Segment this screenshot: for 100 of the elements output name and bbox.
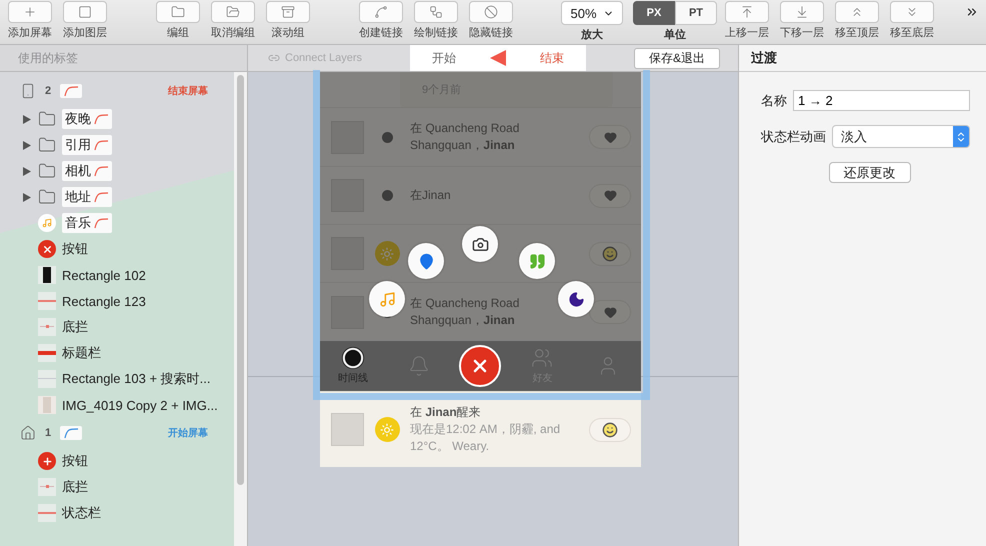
layer-item[interactable]: 状态栏 bbox=[0, 500, 234, 526]
layer-item[interactable]: 按钮 bbox=[0, 236, 234, 262]
arrow-down-line-icon bbox=[795, 5, 809, 19]
screen-row[interactable]: 2 结束屏幕 bbox=[0, 76, 234, 106]
up-down-chevron-icon bbox=[955, 130, 967, 142]
sun-icon bbox=[374, 241, 400, 266]
ease-curve-icon bbox=[63, 427, 80, 439]
triangle-right-icon[interactable] bbox=[23, 166, 31, 176]
layer-name: Rectangle 123 bbox=[62, 294, 146, 308]
triangle-right-icon[interactable] bbox=[23, 140, 31, 150]
folder-icon bbox=[38, 188, 56, 206]
layer-item[interactable]: 底拦 bbox=[0, 314, 234, 340]
feed-text: Shangquan，Jinan bbox=[410, 137, 516, 154]
line-thumbnail-icon bbox=[38, 370, 56, 388]
folder-icon bbox=[38, 136, 56, 154]
layer-name: Rectangle 102 bbox=[62, 268, 146, 282]
sun-icon bbox=[374, 417, 400, 442]
name-field[interactable]: 1 → 2 bbox=[793, 90, 970, 111]
scrollbar-thumb[interactable] bbox=[237, 75, 244, 485]
layer-item[interactable]: Rectangle 103 + 搜索时... bbox=[0, 366, 234, 392]
layer-item[interactable]: 按钮 bbox=[0, 448, 234, 474]
dots-thumbnail-icon bbox=[38, 318, 56, 336]
screen-icon bbox=[20, 83, 36, 99]
layer-item[interactable]: 相机 bbox=[0, 158, 234, 184]
layer-name: 地址 bbox=[62, 187, 112, 207]
layer-name: 按钮 bbox=[62, 240, 88, 258]
feed-text: 现在是12:02 AM，阴霾, and bbox=[410, 421, 560, 438]
feed-text: 在 Quancheng Road bbox=[410, 295, 520, 312]
home-screen-icon bbox=[20, 425, 36, 441]
layer-name: 按钮 bbox=[62, 452, 88, 470]
bell-icon bbox=[408, 355, 430, 377]
people-icon bbox=[531, 347, 554, 369]
reaction-button[interactable] bbox=[589, 300, 631, 324]
dots-thumbnail-icon bbox=[38, 478, 56, 496]
image-thumbnail-icon bbox=[38, 396, 56, 414]
layer-item[interactable]: Rectangle 102 bbox=[0, 262, 234, 288]
ease-curve-icon bbox=[93, 165, 109, 177]
ease-curve-icon bbox=[93, 113, 109, 125]
layer-item[interactable]: Rectangle 123 bbox=[0, 288, 234, 314]
arrow-up-line-icon bbox=[740, 5, 754, 19]
screen-row[interactable]: 1 开始屏幕 bbox=[0, 418, 234, 448]
folder-icon bbox=[171, 5, 185, 19]
layer-item[interactable]: IMG_4019 Copy 2 + IMG... bbox=[0, 392, 234, 418]
layer-item[interactable]: 夜晚 bbox=[0, 106, 234, 132]
save-exit-button[interactable]: 保存&退出 bbox=[634, 48, 720, 68]
plus-circle-icon bbox=[38, 452, 56, 470]
flow-tab[interactable]: 结束 bbox=[540, 50, 564, 66]
quote-icon bbox=[528, 252, 546, 270]
timeline-dot bbox=[382, 190, 392, 201]
screen-number: 1 bbox=[45, 427, 52, 439]
close-button[interactable] bbox=[459, 345, 502, 387]
folder-icon bbox=[38, 162, 56, 180]
layer-item[interactable]: 地址 bbox=[0, 184, 234, 210]
unit-label: 单位 bbox=[664, 28, 686, 42]
layer-name: 音乐 bbox=[62, 213, 112, 233]
feed-text: 在 Jinan醒来 bbox=[410, 404, 482, 421]
feed-text: 在Jinan bbox=[410, 187, 451, 204]
reaction-button[interactable] bbox=[589, 418, 631, 442]
layer-name: 标题栏 bbox=[62, 344, 101, 362]
screen-role: 开始屏幕 bbox=[168, 426, 208, 440]
smiley-icon bbox=[602, 246, 618, 262]
animation-select[interactable]: 淡入 bbox=[832, 125, 970, 148]
moon-icon bbox=[568, 290, 584, 308]
screen-role: 结束屏幕 bbox=[168, 84, 208, 98]
unit-toggle[interactable]: PT bbox=[675, 1, 717, 25]
zoom-select[interactable]: 50% bbox=[561, 1, 623, 25]
ease-curve-icon bbox=[93, 191, 109, 203]
layer-name: 底拦 bbox=[62, 478, 88, 496]
clock-icon bbox=[342, 347, 364, 369]
triangle-right-icon[interactable] bbox=[23, 114, 31, 124]
zoom-label: 放大 bbox=[581, 28, 603, 42]
ease-curve-icon bbox=[93, 217, 109, 229]
archive-icon bbox=[281, 5, 295, 19]
rectangle-thumbnail-icon bbox=[38, 266, 56, 284]
feed-text: 在 Quancheng Road bbox=[410, 120, 520, 137]
field-label: 状态栏动画 bbox=[761, 128, 826, 146]
unit-toggle[interactable]: PX bbox=[633, 1, 675, 25]
panel-heading: 使用的标签 bbox=[18, 50, 78, 66]
link-icon bbox=[268, 52, 280, 64]
triangle-right-icon[interactable] bbox=[23, 192, 31, 202]
panel-title: 过渡 bbox=[739, 45, 986, 72]
layer-item[interactable]: 引用 bbox=[0, 132, 234, 158]
layer-item[interactable]: 音乐 bbox=[0, 210, 234, 236]
heart-icon bbox=[604, 189, 616, 202]
flow-tab[interactable]: 开始 bbox=[432, 50, 456, 66]
frame-icon bbox=[78, 5, 92, 19]
nodes-icon bbox=[429, 5, 443, 19]
layer-item[interactable]: 底拦 bbox=[0, 474, 234, 500]
screen-number: 2 bbox=[45, 85, 52, 97]
layer-name: Rectangle 103 + 搜索时... bbox=[62, 370, 210, 388]
music-note-icon bbox=[378, 290, 396, 308]
feed-text: 12°C。 Weary. bbox=[410, 438, 490, 455]
layer-name: 相机 bbox=[62, 161, 112, 181]
layer-item[interactable]: 标题栏 bbox=[0, 340, 234, 366]
heart-icon bbox=[604, 306, 616, 318]
music-note-icon bbox=[38, 214, 56, 232]
smiley-icon bbox=[602, 422, 618, 438]
revert-button[interactable]: 还原更改 bbox=[828, 162, 910, 183]
avatar-placeholder bbox=[331, 413, 364, 446]
field-label: 名称 bbox=[761, 92, 787, 110]
